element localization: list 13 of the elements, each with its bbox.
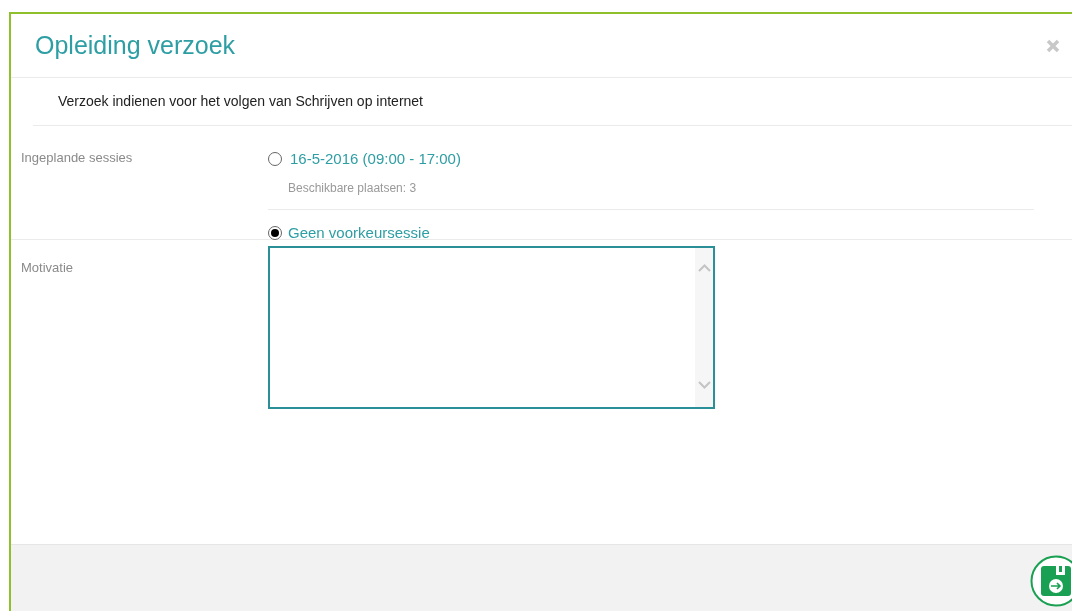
scroll-down-icon[interactable] — [697, 381, 711, 389]
scroll-up-icon[interactable] — [697, 264, 711, 272]
motivation-textarea[interactable] — [268, 246, 715, 409]
save-icon[interactable] — [1030, 555, 1072, 607]
radio-option[interactable]: Geen voorkeursessie — [268, 221, 1034, 244]
availability-text: Beschikbare plaatsen: 3 — [287, 179, 418, 197]
scrollbar[interactable] — [695, 248, 713, 407]
field-label: Motivatie — [21, 260, 74, 275]
radio-option[interactable]: 16-5-2016 (09:00 - 17:00) — [268, 148, 1034, 171]
close-icon[interactable] — [1046, 38, 1060, 53]
intro-text: Verzoek indienen voor het volgen van Schrijven op internet — [58, 92, 423, 111]
dialog-title: Opleiding verzoek — [35, 29, 236, 61]
field-label: Ingeplande sessies — [21, 150, 133, 165]
